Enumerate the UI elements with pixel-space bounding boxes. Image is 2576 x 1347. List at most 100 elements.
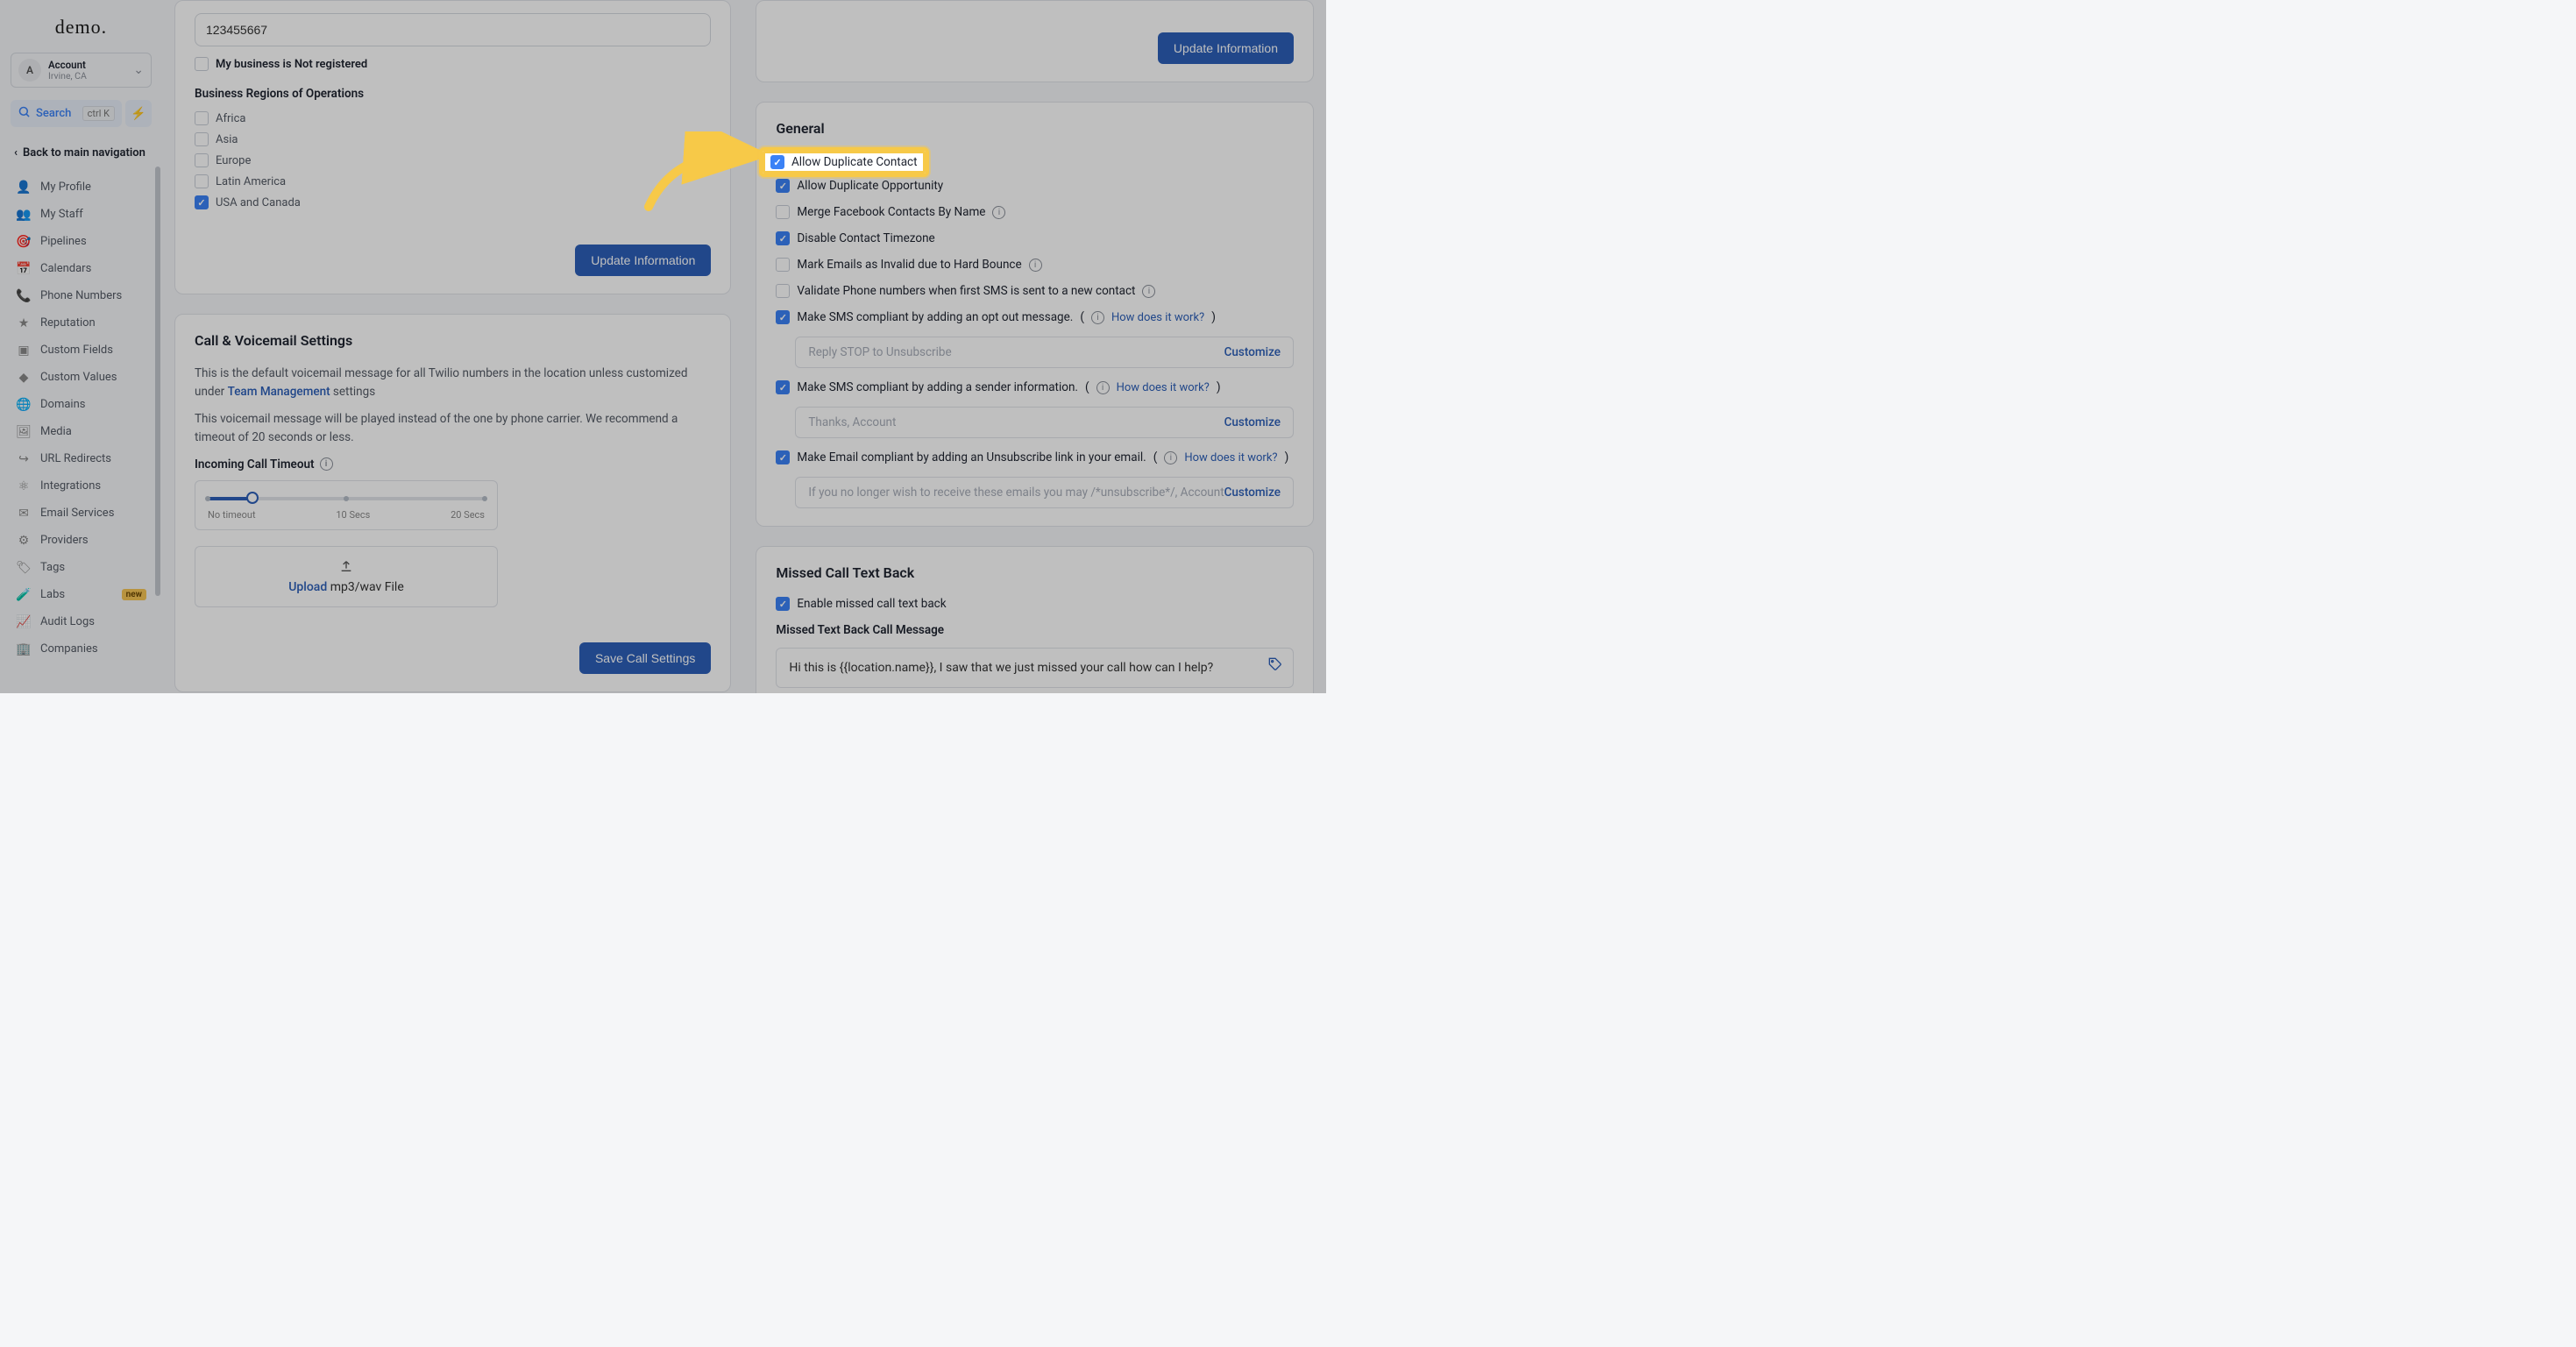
sidebar-item-domains[interactable]: 🌐Domains [11,391,152,418]
tag-icon[interactable] [1268,657,1282,675]
sidebar-item-my-staff[interactable]: 👥My Staff [11,201,152,228]
sms-optout-input[interactable]: Reply STOP to Unsubscribe Customize [795,337,1294,368]
how-works-link[interactable]: How does it work? [1111,311,1204,324]
hard-bounce-label: Mark Emails as Invalid due to Hard Bounc… [797,258,1021,272]
user-icon: 👤 [16,181,32,195]
search-button[interactable]: Search ctrl K [11,100,122,127]
how-works-link[interactable]: How does it work? [1184,451,1277,464]
team-management-link[interactable]: Team Management [228,385,330,399]
sidebar-item-audit-logs[interactable]: 📈Audit Logs [11,608,152,635]
business-number-input[interactable] [195,13,711,46]
missed-msg-value: Hi this is {{location.name}}, I saw that… [789,661,1213,675]
region-usca-checkbox[interactable] [195,195,209,209]
upload-voicemail-box[interactable]: Upload mp3/wav File [195,546,498,607]
update-information-button-right[interactable]: Update Information [1158,32,1294,64]
not-registered-checkbox[interactable] [195,57,209,71]
sidebar-item-media[interactable]: 🖼Media [11,418,152,445]
pipelines-icon: 🎯 [16,235,32,249]
missed-msg-textarea[interactable]: Hi this is {{location.name}}, I saw that… [776,648,1294,688]
sidebar: demo. A Account Irvine, CA ⌄ Search ctrl… [0,0,162,693]
region-asia-label: Asia [216,133,238,146]
sidebar-item-custom-values[interactable]: ◆Custom Values [11,364,152,391]
sidebar-item-my-profile[interactable]: 👤My Profile [11,174,152,201]
sidebar-item-pipelines[interactable]: 🎯Pipelines [11,228,152,255]
sidebar-item-url-redirects[interactable]: ↪URL Redirects [11,445,152,472]
info-icon[interactable]: i [1029,259,1042,272]
info-icon[interactable]: i [1164,451,1177,464]
sidebar-item-reputation[interactable]: ★Reputation [11,309,152,337]
email-unsub-value: If you no longer wish to receive these e… [808,486,1224,500]
sidebar-item-integrations[interactable]: ⚛Integrations [11,472,152,500]
sidebar-item-calendars[interactable]: 📅Calendars [11,255,152,282]
scrollbar-thumb[interactable] [155,167,160,596]
hard-bounce-checkbox[interactable] [776,258,790,272]
how-works-link[interactable]: How does it work? [1117,381,1210,394]
email-unsub-label: Make Email compliant by adding an Unsubs… [797,450,1146,464]
sidebar-item-email-services[interactable]: ✉Email Services [11,500,152,527]
voicemail-help-1b: settings [330,385,376,399]
voicemail-help-2: This voicemail message will be played in… [195,410,711,447]
customize-link[interactable]: Customize [1224,345,1281,359]
info-icon[interactable]: i [1091,311,1104,324]
phone-icon: 📞 [16,289,32,303]
region-latam-checkbox[interactable] [195,174,209,188]
sidebar-scrollbar[interactable] [155,167,160,649]
upload-text: mp3/wav File [327,580,404,594]
account-avatar: A [18,59,41,82]
region-africa-label: Africa [216,112,245,125]
info-icon[interactable]: i [992,206,1005,219]
region-europe-checkbox[interactable] [195,153,209,167]
info-icon[interactable]: i [320,457,333,471]
main-content: My business is Not registered Business R… [162,0,1326,693]
account-location: Irvine, CA [48,71,126,82]
save-call-settings-button[interactable]: Save Call Settings [579,642,711,674]
quick-actions-button[interactable]: ⚡ [125,100,152,127]
upload-link[interactable]: Upload [288,580,327,594]
building-icon: 🏢 [16,642,32,656]
disable-tz-checkbox[interactable] [776,231,790,245]
merge-fb-checkbox[interactable] [776,205,790,219]
email-unsub-input[interactable]: If you no longer wish to receive these e… [795,477,1294,508]
allow-dup-contact-checkbox[interactable] [776,152,790,167]
sms-sender-value: Thanks, Account [808,415,1224,429]
enable-missed-call-checkbox[interactable] [776,597,790,611]
timeout-slider[interactable]: No timeout 10 Secs 20 Secs [195,480,498,530]
sidebar-item-custom-fields[interactable]: ▣Custom Fields [11,337,152,364]
search-label: Search [36,107,77,120]
validate-phone-checkbox[interactable] [776,284,790,298]
account-title: Account [48,60,126,71]
allow-dup-opp-label: Allow Duplicate Opportunity [797,179,943,193]
update-information-button[interactable]: Update Information [575,245,711,276]
region-latam-label: Latin America [216,175,286,188]
diamond-icon: ◆ [16,371,32,385]
business-info-card: My business is Not registered Business R… [174,0,731,294]
sms-sender-input[interactable]: Thanks, Account Customize [795,407,1294,438]
region-asia-checkbox[interactable] [195,132,209,146]
back-nav-label: Back to main navigation [23,146,145,160]
email-unsub-checkbox[interactable] [776,450,790,464]
missed-msg-label: Missed Text Back Call Message [776,623,1294,637]
sidebar-item-labs[interactable]: 🧪Labsnew [11,581,152,608]
sidebar-item-tags[interactable]: 🏷Tags [11,554,152,581]
envelope-icon: ✉ [16,507,32,521]
info-icon[interactable]: i [1096,381,1110,394]
customize-link[interactable]: Customize [1224,415,1281,429]
brand-logo: demo. [11,16,152,39]
general-title: General [776,120,1294,137]
customize-link[interactable]: Customize [1224,486,1281,500]
back-to-main-nav[interactable]: ‹ Back to main navigation [11,139,152,167]
allow-dup-opp-checkbox[interactable] [776,179,790,193]
slider-thumb[interactable] [246,492,259,504]
sidebar-item-providers[interactable]: ⚙Providers [11,527,152,554]
slider-label-right: 20 Secs [451,509,485,521]
call-voicemail-card: Call & Voicemail Settings This is the de… [174,314,731,692]
sidebar-item-phone-numbers[interactable]: 📞Phone Numbers [11,282,152,309]
info-icon[interactable]: i [1142,285,1155,298]
region-africa-checkbox[interactable] [195,111,209,125]
sms-sender-checkbox[interactable] [776,380,790,394]
users-icon: 👥 [16,208,32,222]
sms-optout-value: Reply STOP to Unsubscribe [808,345,1224,359]
account-switcher[interactable]: A Account Irvine, CA ⌄ [11,53,152,88]
sms-optout-checkbox[interactable] [776,310,790,324]
sidebar-item-companies[interactable]: 🏢Companies [11,635,152,663]
